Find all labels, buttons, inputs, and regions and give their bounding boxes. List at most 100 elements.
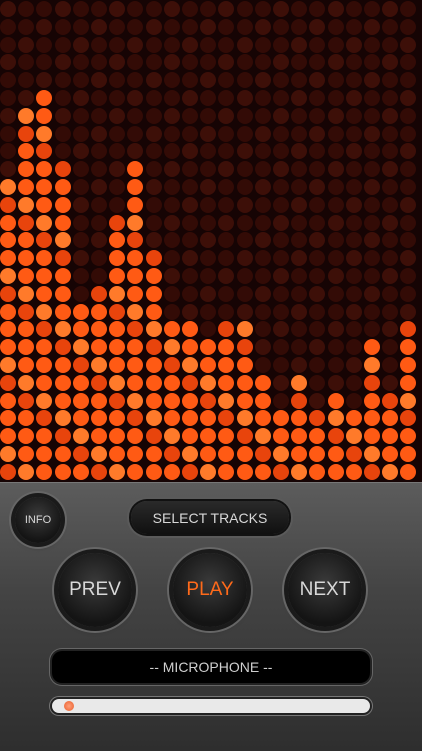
visualizer-dot <box>0 463 16 480</box>
visualizer-dot <box>400 196 417 213</box>
play-label: PLAY <box>186 579 234 600</box>
visualizer-dot <box>91 285 107 302</box>
visualizer-dot <box>145 392 162 409</box>
visualizer-dot <box>54 196 71 213</box>
visualizer-dot <box>200 232 217 249</box>
visualizer-dot <box>254 18 271 35</box>
visualizer-dot <box>236 285 253 302</box>
visualizer-dot <box>109 196 126 213</box>
visualizer-dot <box>400 285 417 302</box>
progress-knob[interactable] <box>63 701 74 711</box>
visualizer-dot <box>91 268 107 284</box>
visualizer-dot <box>382 250 399 267</box>
next-button[interactable]: NEXT <box>288 553 362 627</box>
visualizer-dot <box>72 1 89 17</box>
visualizer-dot <box>145 143 162 160</box>
visualizer-dot <box>72 214 89 231</box>
visualizer-dot <box>345 232 362 249</box>
visualizer-dot <box>91 143 107 160</box>
visualizer-dot <box>109 72 126 89</box>
visualizer-dot <box>345 196 362 213</box>
visualizer-dot <box>182 1 198 17</box>
visualizer-dot <box>309 285 326 302</box>
visualizer-dot <box>36 161 53 178</box>
visualizer-dot <box>163 179 180 195</box>
visualizer-dot <box>72 428 89 445</box>
visualizer-dot <box>273 392 289 409</box>
visualizer-dot <box>163 374 180 391</box>
play-button[interactable]: PLAY <box>173 553 247 627</box>
audio-source-display[interactable]: -- MICROPHONE -- <box>52 651 370 683</box>
visualizer-dot <box>182 428 198 445</box>
visualizer-dot <box>382 303 399 320</box>
visualizer-dot <box>127 392 144 409</box>
visualizer-dot <box>400 1 417 17</box>
visualizer-dot <box>127 463 144 480</box>
visualizer-dot <box>364 196 380 213</box>
visualizer-dot <box>182 339 198 356</box>
visualizer-dot <box>364 107 380 124</box>
visualizer-dot <box>218 232 235 249</box>
visualizer-dot <box>36 196 53 213</box>
visualizer-dot <box>182 72 198 89</box>
visualizer-dot <box>345 161 362 178</box>
visualizer-dot <box>91 410 107 427</box>
visualizer-dot <box>345 374 362 391</box>
visualizer-dot <box>36 179 53 195</box>
visualizer-dot <box>54 179 71 195</box>
visualizer-dot <box>145 446 162 462</box>
visualizer-dot <box>0 250 16 267</box>
visualizer-dot <box>345 357 362 373</box>
visualizer-dot <box>364 250 380 267</box>
visualizer-dot <box>327 250 344 267</box>
visualizer-dot <box>218 428 235 445</box>
visualizer-dot <box>291 446 308 462</box>
visualizer-dot <box>182 90 198 106</box>
visualizer-dot <box>400 90 417 106</box>
visualizer-dot <box>200 339 217 356</box>
visualizer-dot <box>18 125 35 142</box>
visualizer-dot <box>291 214 308 231</box>
visualizer-dot <box>309 179 326 195</box>
visualizer-dot <box>109 428 126 445</box>
visualizer-dot <box>382 463 399 480</box>
visualizer-dot <box>236 196 253 213</box>
prev-button[interactable]: PREV <box>58 553 132 627</box>
visualizer-dot <box>72 321 89 338</box>
visualizer-dot <box>364 232 380 249</box>
visualizer-dot <box>91 339 107 356</box>
visualizer-dot <box>163 357 180 373</box>
visualizer-dot <box>72 196 89 213</box>
visualizer-dot <box>400 143 417 160</box>
visualizer-dot <box>218 179 235 195</box>
info-button[interactable]: INFO <box>15 497 61 543</box>
visualizer-dot <box>309 214 326 231</box>
visualizer-dot <box>200 285 217 302</box>
visualizer-dot <box>109 303 126 320</box>
visualizer-dot <box>273 232 289 249</box>
visualizer-dot <box>145 36 162 53</box>
visualizer-dot <box>109 36 126 53</box>
visualizer-dot <box>0 446 16 462</box>
visualizer-dot <box>91 463 107 480</box>
progress-slider[interactable] <box>52 699 370 713</box>
visualizer-dot <box>18 161 35 178</box>
visualizer-dot <box>182 107 198 124</box>
visualizer-dot <box>218 18 235 35</box>
visualizer-dot <box>364 392 380 409</box>
visualizer-dot <box>400 428 417 445</box>
visualizer-dot <box>145 268 162 284</box>
visualizer-dot <box>200 410 217 427</box>
visualizer-dot <box>127 303 144 320</box>
visualizer-dot <box>54 250 71 267</box>
visualizer-dot <box>273 463 289 480</box>
visualizer-dot <box>72 161 89 178</box>
visualizer-dot <box>345 446 362 462</box>
visualizer-dot <box>291 143 308 160</box>
select-tracks-button[interactable]: SELECT TRACKS <box>131 501 289 534</box>
visualizer-dot <box>127 18 144 35</box>
visualizer-dot <box>364 410 380 427</box>
visualizer-dot <box>109 357 126 373</box>
visualizer-dot <box>254 357 271 373</box>
visualizer-dot <box>236 463 253 480</box>
